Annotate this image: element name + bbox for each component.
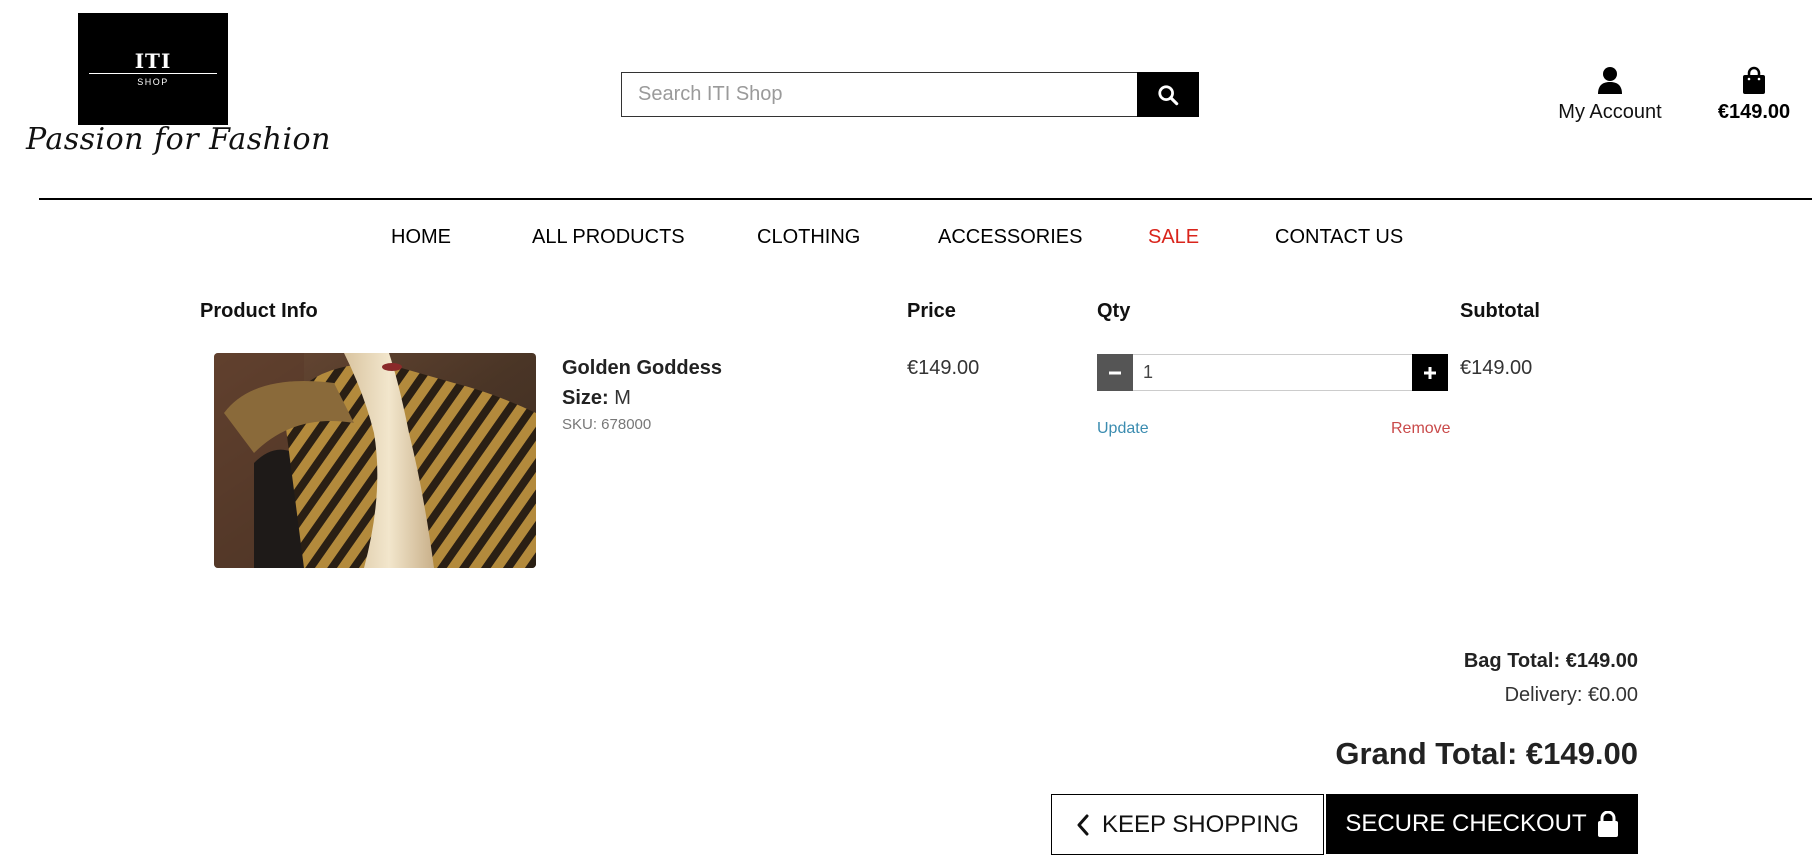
header-product-info: Product Info	[200, 300, 318, 322]
quantity-stepper	[1097, 354, 1448, 391]
search-button[interactable]	[1137, 72, 1199, 117]
brand-tagline: Passion for Fashion	[26, 122, 331, 157]
bag-total-amount: €149.00	[1717, 101, 1791, 123]
header-price: Price	[907, 300, 956, 322]
logo-subtitle: SHOP	[137, 77, 169, 87]
my-account-link[interactable]: My Account	[1548, 66, 1672, 124]
nav-contact-us[interactable]: CONTACT US	[1275, 226, 1403, 249]
product-image[interactable]	[214, 353, 536, 568]
product-photo	[214, 353, 536, 568]
shopping-bag-icon	[1743, 66, 1765, 94]
product-name: Golden Goddess	[562, 357, 723, 379]
size-value: M	[614, 387, 631, 409]
update-link[interactable]: Update	[1097, 420, 1149, 438]
chevron-left-icon	[1077, 814, 1089, 835]
keep-shopping-button[interactable]: KEEP SHOPPING	[1051, 794, 1324, 855]
search-icon	[1158, 84, 1179, 105]
item-price: €149.00	[907, 357, 980, 379]
product-size: Size: M	[562, 387, 631, 410]
product-sku: SKU: 678000	[562, 416, 652, 433]
nav-home[interactable]: HOME	[391, 226, 451, 249]
remove-link[interactable]: Remove	[1391, 420, 1451, 438]
nav-accessories[interactable]: ACCESSORIES	[938, 226, 1082, 249]
search-form	[621, 72, 1199, 117]
nav-clothing[interactable]: CLOTHING	[757, 226, 860, 249]
decrement-qty-button[interactable]	[1097, 354, 1133, 391]
search-input[interactable]	[621, 72, 1137, 117]
logo-title: ITI	[134, 49, 172, 73]
bag-total: Bag Total: €149.00	[1463, 650, 1638, 672]
item-subtotal: €149.00	[1460, 357, 1533, 379]
quantity-input[interactable]	[1133, 354, 1412, 391]
secure-checkout-button[interactable]: SECURE CHECKOUT	[1326, 794, 1638, 854]
header-subtotal: Subtotal	[1460, 300, 1540, 322]
lock-icon	[1597, 811, 1618, 837]
delivery-cost: Delivery: €0.00	[1504, 684, 1638, 706]
my-account-label: My Account	[1558, 101, 1662, 123]
plus-icon	[1424, 366, 1436, 379]
minus-icon	[1109, 371, 1121, 374]
size-label: Size:	[562, 387, 609, 409]
increment-qty-button[interactable]	[1412, 354, 1448, 391]
grand-total: Grand Total: €149.00	[1335, 736, 1638, 771]
header-divider	[39, 198, 1812, 200]
nav-sale[interactable]: SALE	[1148, 226, 1199, 249]
shop-logo[interactable]: ITI SHOP	[78, 13, 228, 125]
user-icon	[1598, 67, 1622, 94]
keep-shopping-label: KEEP SHOPPING	[1102, 810, 1299, 838]
logo-divider	[89, 73, 217, 74]
main-nav: HOME ALL PRODUCTS CLOTHING ACCESSORIES S…	[0, 226, 1812, 256]
nav-all-products[interactable]: ALL PRODUCTS	[532, 226, 685, 249]
header-qty: Qty	[1097, 300, 1131, 322]
secure-checkout-label: SECURE CHECKOUT	[1345, 810, 1587, 837]
shopping-bag-link[interactable]: €149.00	[1710, 66, 1798, 124]
